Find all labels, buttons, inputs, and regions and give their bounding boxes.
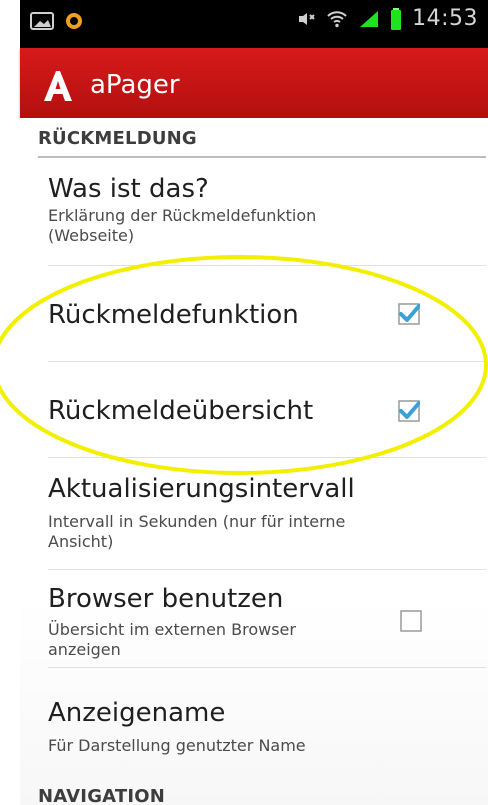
pref-aktualisierungsintervall[interactable]: Aktualisierungsintervall Intervall in Se… xyxy=(20,458,488,568)
picture-icon xyxy=(30,12,54,30)
pref-title: Rückmeldefunktion xyxy=(48,300,299,330)
pref-title: Anzeigename xyxy=(48,698,226,728)
pref-rueckmeldefunktion[interactable]: Rückmeldefunktion xyxy=(20,266,488,360)
pref-summary: Intervall in Sekunden (nur für interne A… xyxy=(48,512,346,551)
pref-title: Browser benutzen xyxy=(48,584,284,614)
app-screen: 14:53 aPager RÜCKMELDUNG Was ist das? Er… xyxy=(0,0,488,805)
pref-title: Aktualisierungsintervall xyxy=(48,474,355,504)
status-bar: 14:53 xyxy=(20,0,488,48)
section-header-navigation: NAVIGATION xyxy=(38,786,166,805)
app-title: aPager xyxy=(90,70,180,100)
section-rule xyxy=(38,156,486,158)
pref-summary: Erklärung der Rückmeldefunktion (Webseit… xyxy=(48,206,317,245)
app-bar: aPager xyxy=(20,48,488,118)
app-logo-icon xyxy=(44,71,72,101)
pref-summary: Übersicht im externen Browser anzeigen xyxy=(48,620,296,659)
mute-icon xyxy=(299,12,315,25)
pref-title: Rückmeldeübersicht xyxy=(48,396,314,426)
checkbox-rueckmeldefunktion[interactable] xyxy=(398,303,420,325)
settings-list[interactable]: RÜCKMELDUNG Was ist das? Erklärung der R… xyxy=(20,118,488,805)
pref-title: Was ist das? xyxy=(48,174,209,204)
status-right-icons: 14:53 xyxy=(296,6,478,31)
signal-icon xyxy=(360,10,379,27)
checkbox-rueckmeldeuebersicht[interactable] xyxy=(398,400,420,422)
wifi-icon xyxy=(327,10,347,27)
checkbox-browser-benutzen[interactable] xyxy=(400,610,422,632)
orange-circle-icon xyxy=(66,13,82,29)
pref-was-ist-das[interactable]: Was ist das? Erklärung der Rückmeldefunk… xyxy=(20,166,488,261)
pref-anzeigename[interactable]: Anzeigename Für Darstellung genutzter Na… xyxy=(20,668,488,766)
pref-summary: Für Darstellung genutzter Name xyxy=(48,736,306,755)
pref-rueckmeldeuebersicht[interactable]: Rückmeldeübersicht xyxy=(20,362,488,457)
battery-icon xyxy=(391,7,402,30)
section-header-feedback: RÜCKMELDUNG xyxy=(38,128,197,149)
pref-browser-benutzen[interactable]: Browser benutzen Übersicht im externen B… xyxy=(20,570,488,666)
status-time: 14:53 xyxy=(412,6,478,31)
status-left-icons xyxy=(30,11,84,31)
